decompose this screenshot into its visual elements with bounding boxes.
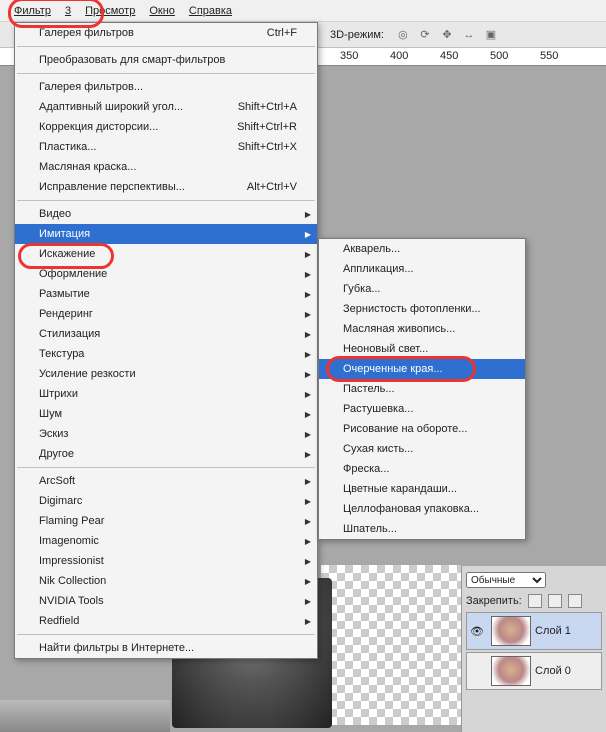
sub-oilpaint[interactable]: Масляная живопись... [319,319,525,339]
transparent-area [321,565,461,725]
sub-smudge[interactable]: Растушевка... [319,399,525,419]
menu-item-flaming[interactable]: Flaming Pear [15,511,317,531]
layer-name: Слой 1 [535,625,571,637]
menu-item-pixelate[interactable]: Оформление [15,264,317,284]
menu-item-smart[interactable]: Преобразовать для смарт-фильтров [15,50,317,70]
sub-neon[interactable]: Неоновый свет... [319,339,525,359]
menu-item-vanish[interactable]: Исправление перспективы...Alt+Ctrl+V [15,177,317,197]
menu-item-noise[interactable]: Шум [15,404,317,424]
menu-item-stylize[interactable]: Стилизация [15,324,317,344]
menu-item-strokes[interactable]: Штрихи [15,384,317,404]
menu-item-last-filter[interactable]: Галерея фильтровCtrl+F [15,23,317,43]
visibility-icon[interactable]: 👁 [467,625,487,638]
menu-filter[interactable]: Фильтр [14,5,51,17]
zoom-icon[interactable]: ▣ [484,28,498,42]
sub-watercolor[interactable]: Акварель... [319,239,525,259]
menu-3d[interactable]: 3 [65,5,71,17]
slide-icon[interactable]: ↔ [462,28,476,42]
menu-item-liquify[interactable]: Пластика...Shift+Ctrl+X [15,137,317,157]
mode-label: 3D-режим: [330,29,384,41]
layer-thumbnail[interactable] [491,656,531,686]
menu-item-sketch[interactable]: Эскиз [15,424,317,444]
menu-item-browse[interactable]: Найти фильтры в Интернете... [15,638,317,658]
menu-item-arcsoft[interactable]: ArcSoft [15,471,317,491]
filter-menu: Галерея фильтровCtrl+F Преобразовать для… [14,22,318,659]
sub-grain[interactable]: Зернистость фотопленки... [319,299,525,319]
menu-item-digimarc[interactable]: Digimarc [15,491,317,511]
menu-item-artistic[interactable]: Имитация [15,224,317,244]
menu-view[interactable]: Просмотр [85,5,135,17]
menu-item-sharpen[interactable]: Усиление резкости [15,364,317,384]
menu-item-texture[interactable]: Текстура [15,344,317,364]
sub-plastic[interactable]: Целлофановая упаковка... [319,499,525,519]
menu-item-lens[interactable]: Коррекция дисторсии...Shift+Ctrl+R [15,117,317,137]
document-image-bottom [0,700,170,732]
sub-pencil[interactable]: Цветные карандаши... [319,479,525,499]
sub-cutout[interactable]: Аппликация... [319,259,525,279]
sub-palette[interactable]: Шпатель... [319,519,525,539]
menu-item-blur[interactable]: Размытие [15,284,317,304]
menu-help[interactable]: Справка [189,5,232,17]
orbit-icon[interactable]: ◎ [396,28,410,42]
sub-underpaint[interactable]: Рисование на обороте... [319,419,525,439]
menu-item-imagenomic[interactable]: Imagenomic [15,531,317,551]
layers-panel: Обычные Закрепить: 👁 Слой 1 Слой 0 [461,566,606,732]
sub-pastel[interactable]: Пастель... [319,379,525,399]
menu-item-video[interactable]: Видео [15,204,317,224]
lock-pixels-icon[interactable] [528,594,542,608]
layer-thumbnail[interactable] [491,616,531,646]
menubar: Фильтр 3 Просмотр Окно Справка [0,0,606,22]
menu-item-redfield[interactable]: Redfield [15,611,317,631]
pan-icon[interactable]: ✥ [440,28,454,42]
blend-mode-select[interactable]: Обычные [466,572,546,588]
sub-drybrush[interactable]: Сухая кисть... [319,439,525,459]
sub-sponge[interactable]: Губка... [319,279,525,299]
menu-item-adaptive[interactable]: Адаптивный широкий угол...Shift+Ctrl+A [15,97,317,117]
menu-item-impressionist[interactable]: Impressionist [15,551,317,571]
menu-item-gallery[interactable]: Галерея фильтров... [15,77,317,97]
menu-item-distort[interactable]: Искажение [15,244,317,264]
lock-all-icon[interactable] [568,594,582,608]
menu-item-oil[interactable]: Масляная краска... [15,157,317,177]
menu-item-nvidia[interactable]: NVIDIA Tools [15,591,317,611]
menu-item-nik[interactable]: Nik Collection [15,571,317,591]
lock-label: Закрепить: [466,595,522,607]
lock-position-icon[interactable] [548,594,562,608]
layer-name: Слой 0 [535,665,571,677]
menu-item-other[interactable]: Другое [15,444,317,464]
sub-poster-edges[interactable]: Очерченные края... [319,359,525,379]
roll-icon[interactable]: ⟳ [418,28,432,42]
artistic-submenu: Акварель... Аппликация... Губка... Зерни… [318,238,526,540]
layer-row[interactable]: Слой 0 [466,652,602,690]
sub-fresco[interactable]: Фреска... [319,459,525,479]
menu-window[interactable]: Окно [149,5,175,17]
menu-item-render[interactable]: Рендеринг [15,304,317,324]
layer-row[interactable]: 👁 Слой 1 [466,612,602,650]
